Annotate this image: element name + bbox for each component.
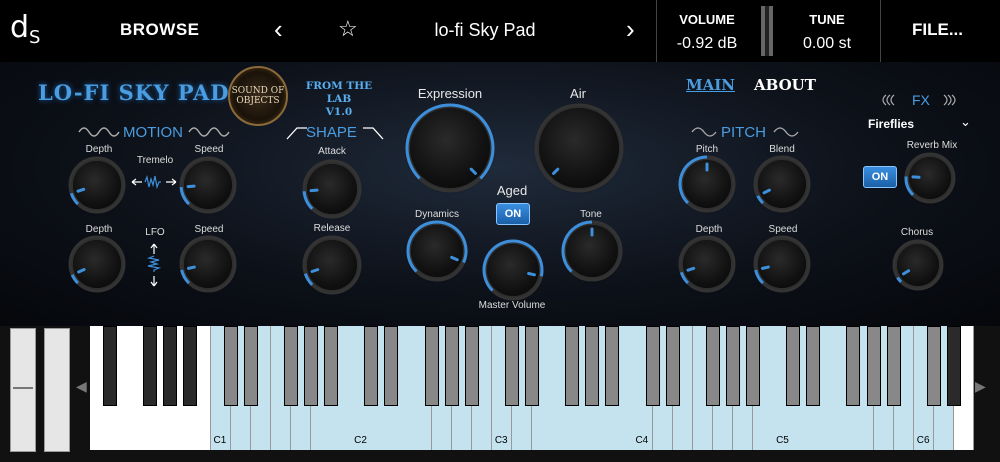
preset-name: lo-fi Sky Pad	[434, 20, 536, 40]
black-key[interactable]	[886, 326, 901, 406]
black-key[interactable]	[223, 326, 238, 406]
black-key[interactable]	[665, 326, 680, 406]
expression-knob[interactable]	[405, 103, 495, 193]
black-key[interactable]	[424, 326, 439, 406]
black-key[interactable]	[705, 326, 720, 406]
black-key[interactable]	[504, 326, 519, 406]
black-key[interactable]	[384, 326, 399, 406]
fx-toggle-button[interactable]: ON	[863, 166, 897, 188]
release-knob[interactable]	[302, 235, 362, 295]
lfo-speed-knob[interactable]	[179, 235, 237, 293]
mod-wheel[interactable]	[44, 328, 70, 452]
attack-knob[interactable]	[302, 159, 362, 219]
black-key[interactable]	[585, 326, 600, 406]
shape-section-title: SHAPE	[306, 124, 357, 141]
air-label: Air	[570, 86, 586, 101]
motion-section-title: MOTION	[123, 124, 183, 141]
expression-label: Expression	[417, 86, 483, 101]
fx-preset-dropdown[interactable]: Fireflies	[868, 117, 914, 131]
master-volume-label: Master Volume	[478, 300, 546, 311]
octave-label: C4	[635, 435, 649, 446]
black-key[interactable]	[444, 326, 459, 406]
fx-section-title: FX	[912, 92, 930, 108]
blend-knob[interactable]	[753, 155, 811, 213]
black-key[interactable]	[846, 326, 861, 406]
next-preset-button[interactable]: ›	[626, 14, 635, 45]
black-key[interactable]	[283, 326, 298, 406]
dynamics-knob[interactable]	[406, 220, 468, 282]
black-key[interactable]	[926, 326, 941, 406]
instrument-title: LO-FI SKY PAD	[38, 80, 230, 105]
black-key[interactable]	[163, 326, 178, 406]
black-key[interactable]	[946, 326, 961, 406]
divider	[880, 0, 881, 62]
pitch-knob[interactable]	[678, 155, 736, 213]
brand-logo: dS	[10, 10, 41, 48]
about-tab[interactable]: ABOUT	[754, 76, 816, 94]
master-volume-knob[interactable]	[482, 239, 544, 301]
black-key[interactable]	[364, 326, 379, 406]
pitch-bend-wheel[interactable]	[10, 328, 36, 452]
tune-label: TUNE	[809, 12, 845, 27]
maker-logo: SOUND OF OBJECTS	[228, 66, 288, 126]
octave-label: C1	[213, 435, 227, 446]
tremolo-waveform-icon	[131, 174, 177, 190]
black-key[interactable]	[746, 326, 760, 406]
octave-label: C2	[354, 435, 367, 446]
octave-label: C3	[494, 435, 508, 446]
reverb-mix-knob[interactable]	[904, 152, 956, 204]
tremolo-depth-knob[interactable]	[68, 156, 126, 214]
air-knob[interactable]	[534, 103, 624, 193]
aged-toggle-button[interactable]: ON	[496, 203, 530, 225]
chevron-down-icon[interactable]: ⌄	[960, 114, 971, 130]
black-key[interactable]	[565, 326, 580, 406]
black-key[interactable]	[464, 326, 479, 406]
main-tab[interactable]: MAIN	[686, 76, 735, 94]
black-key[interactable]	[243, 326, 258, 406]
lfo-depth-knob[interactable]	[68, 235, 126, 293]
divider	[656, 0, 657, 62]
black-key[interactable]	[645, 326, 660, 406]
top-bar: dS BROWSE ‹ ☆ lo-fi Sky Pad › VOLUME -0.…	[0, 0, 1000, 62]
chorus-knob[interactable]	[892, 239, 944, 291]
keyboard-scroll-left-icon[interactable]: ◀	[76, 378, 87, 395]
black-key[interactable]	[786, 326, 801, 406]
file-menu-button[interactable]: FILE...	[912, 20, 963, 40]
black-key[interactable]	[806, 326, 821, 406]
pitch-depth-knob[interactable]	[678, 235, 736, 293]
black-key[interactable]	[605, 326, 620, 406]
volume-fader[interactable]	[761, 6, 773, 56]
black-key[interactable]	[725, 326, 740, 406]
black-key[interactable]	[866, 326, 881, 406]
black-key[interactable]	[324, 326, 339, 406]
keyboard-scroll-right-icon[interactable]: ▶	[975, 378, 986, 395]
octave-label: C6	[916, 435, 930, 446]
aged-label: Aged	[496, 183, 528, 198]
from-the-lab-badge: FROM THE LAB V1.0	[305, 80, 373, 118]
browse-button[interactable]: BROWSE	[120, 20, 200, 40]
favorite-star-icon[interactable]: ☆	[338, 16, 358, 42]
tone-knob[interactable]	[561, 220, 623, 282]
black-key[interactable]	[103, 326, 118, 406]
volume-value[interactable]: -0.92 dB	[666, 35, 748, 53]
black-key[interactable]	[143, 326, 158, 406]
black-key[interactable]	[525, 326, 539, 406]
black-key[interactable]	[304, 326, 318, 406]
octave-label: C5	[776, 435, 789, 446]
pitch-speed-knob[interactable]	[753, 235, 811, 293]
tune-value[interactable]: 0.00 st	[786, 35, 868, 53]
previous-preset-button[interactable]: ‹	[274, 14, 283, 45]
volume-label: VOLUME	[679, 12, 735, 27]
lfo-waveform-icon	[146, 243, 162, 287]
pitch-section-title: PITCH	[721, 124, 766, 141]
tremolo-speed-knob[interactable]	[179, 156, 237, 214]
black-key[interactable]	[183, 326, 198, 406]
